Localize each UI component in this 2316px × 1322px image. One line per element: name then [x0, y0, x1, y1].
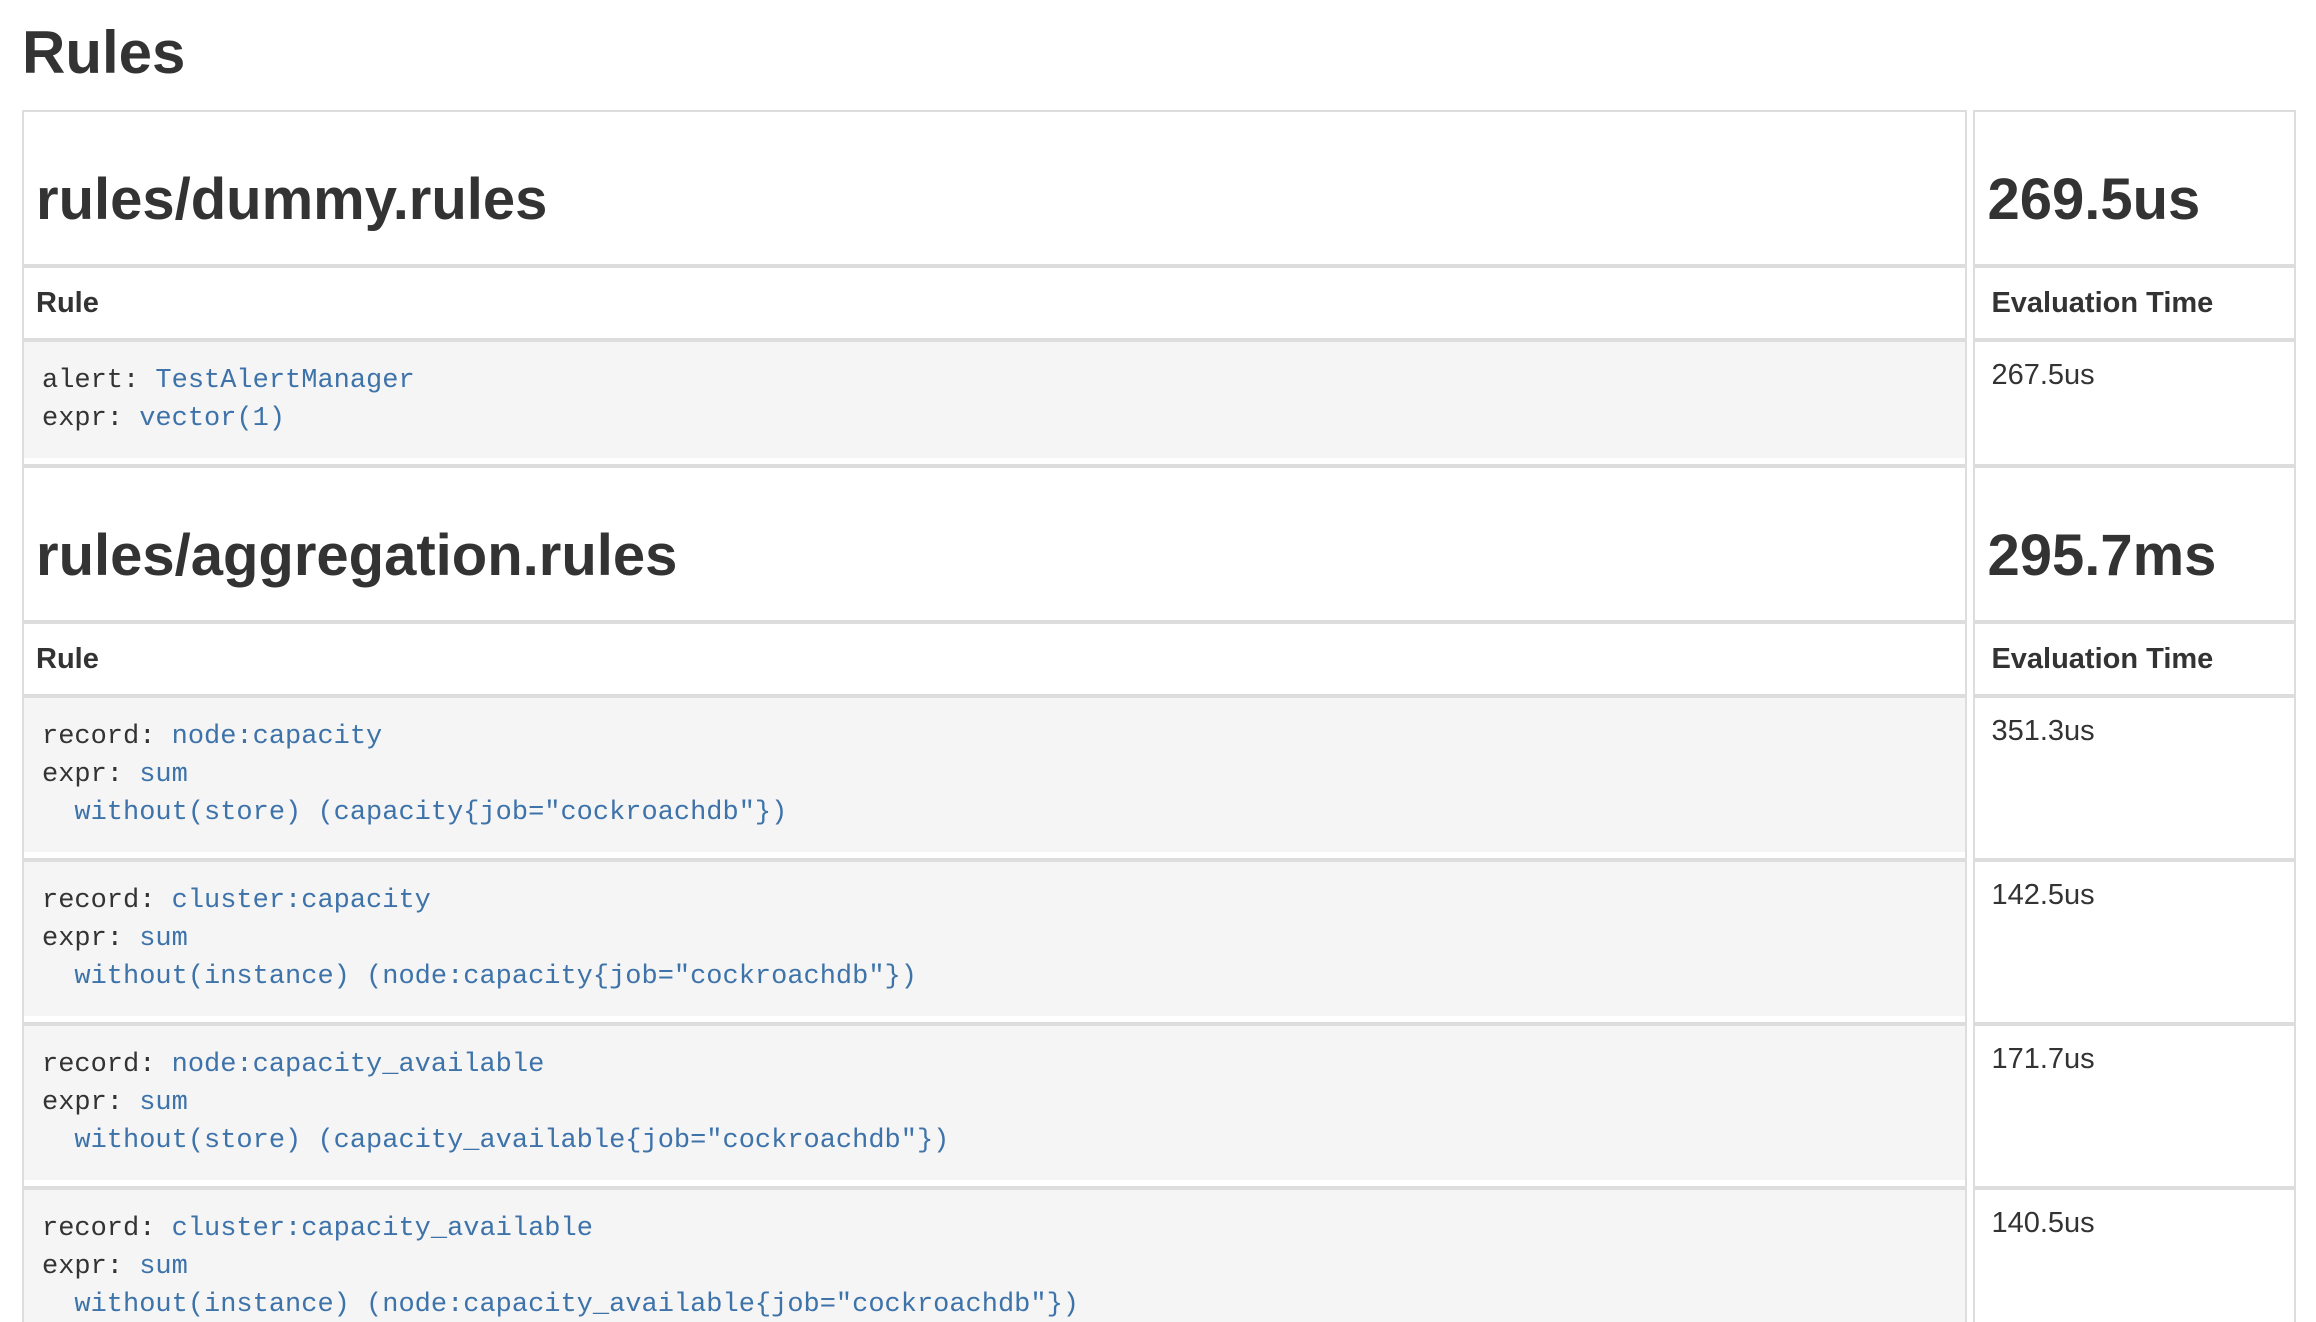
rule-expr-keyword: expr:	[42, 1088, 123, 1118]
eval-time-value: 351.3us	[1973, 696, 2296, 860]
rule-definition: alert: TestAlertManager expr: vector(1)	[24, 342, 1965, 458]
rule-expr-link[interactable]: sum without(store) (capacity_available{j…	[42, 1088, 949, 1156]
group-heading-row: rules/aggregation.rules 295.7ms	[22, 466, 2296, 622]
rule-column-header: Rule	[22, 266, 1967, 340]
rule-name-keyword: alert:	[42, 366, 139, 396]
rule-row: record: node:capacity_available expr: su…	[22, 1024, 2296, 1188]
rules-table-body: rules/dummy.rules269.5usRuleEvaluation T…	[22, 110, 2296, 1322]
eval-time-column-header: Evaluation Time	[1973, 266, 2296, 340]
group-eval-total-cell: 269.5us	[1973, 110, 2296, 266]
rule-cell: alert: TestAlertManager expr: vector(1)	[22, 340, 1967, 466]
group-file-heading: rules/aggregation.rules	[36, 524, 1953, 588]
rule-row: record: cluster:capacity_available expr:…	[22, 1188, 2296, 1322]
rule-name-link[interactable]: cluster:capacity	[172, 886, 431, 916]
rule-definition: record: cluster:capacity expr: sum witho…	[24, 862, 1965, 1016]
rule-name-keyword: record:	[42, 1214, 155, 1244]
rule-definition: record: cluster:capacity_available expr:…	[24, 1190, 1965, 1322]
page-title: Rules	[22, 20, 2316, 86]
group-file-cell: rules/aggregation.rules	[22, 466, 1967, 622]
rule-name-keyword: record:	[42, 886, 155, 916]
group-file-cell: rules/dummy.rules	[22, 110, 1967, 266]
eval-time-column-header: Evaluation Time	[1973, 622, 2296, 696]
eval-time-value: 140.5us	[1973, 1188, 2296, 1322]
rule-name-link[interactable]: node:capacity_available	[172, 1050, 545, 1080]
rule-expr-link[interactable]: sum without(instance) (node:capacity_ava…	[42, 1252, 1079, 1320]
rule-expr-keyword: expr:	[42, 924, 123, 954]
rule-cell: record: cluster:capacity_available expr:…	[22, 1188, 1967, 1322]
column-header-row: RuleEvaluation Time	[22, 622, 2296, 696]
rule-name-keyword: record:	[42, 722, 155, 752]
rules-table: rules/dummy.rules269.5usRuleEvaluation T…	[16, 110, 2302, 1322]
rule-expr-keyword: expr:	[42, 760, 123, 790]
rule-cell: record: node:capacity_available expr: su…	[22, 1024, 1967, 1188]
eval-time-value: 171.7us	[1973, 1024, 2296, 1188]
eval-time-value: 267.5us	[1973, 340, 2296, 466]
rule-cell: record: node:capacity expr: sum without(…	[22, 696, 1967, 860]
rule-expr-keyword: expr:	[42, 1252, 123, 1282]
rule-expr-link[interactable]: vector(1)	[139, 404, 285, 434]
rule-definition: record: node:capacity expr: sum without(…	[24, 698, 1965, 852]
eval-time-value: 142.5us	[1973, 860, 2296, 1024]
rule-expr-link[interactable]: sum without(instance) (node:capacity{job…	[42, 924, 917, 992]
rule-definition: record: node:capacity_available expr: su…	[24, 1026, 1965, 1180]
column-header-row: RuleEvaluation Time	[22, 266, 2296, 340]
group-eval-total-cell: 295.7ms	[1973, 466, 2296, 622]
group-file-heading: rules/dummy.rules	[36, 168, 1953, 232]
group-eval-total: 295.7ms	[1987, 524, 2282, 588]
rule-column-header: Rule	[22, 622, 1967, 696]
rule-expr-link[interactable]: sum without(store) (capacity{job="cockro…	[42, 760, 787, 828]
rule-row: record: node:capacity expr: sum without(…	[22, 696, 2296, 860]
rule-name-link[interactable]: cluster:capacity_available	[172, 1214, 593, 1244]
rule-cell: record: cluster:capacity expr: sum witho…	[22, 860, 1967, 1024]
group-eval-total: 269.5us	[1987, 168, 2282, 232]
rule-name-link[interactable]: node:capacity	[172, 722, 383, 752]
rule-row: record: cluster:capacity expr: sum witho…	[22, 860, 2296, 1024]
rule-name-keyword: record:	[42, 1050, 155, 1080]
group-heading-row: rules/dummy.rules 269.5us	[22, 110, 2296, 266]
rule-expr-keyword: expr:	[42, 404, 123, 434]
rule-name-link[interactable]: TestAlertManager	[155, 366, 414, 396]
rule-row: alert: TestAlertManager expr: vector(1)2…	[22, 340, 2296, 466]
